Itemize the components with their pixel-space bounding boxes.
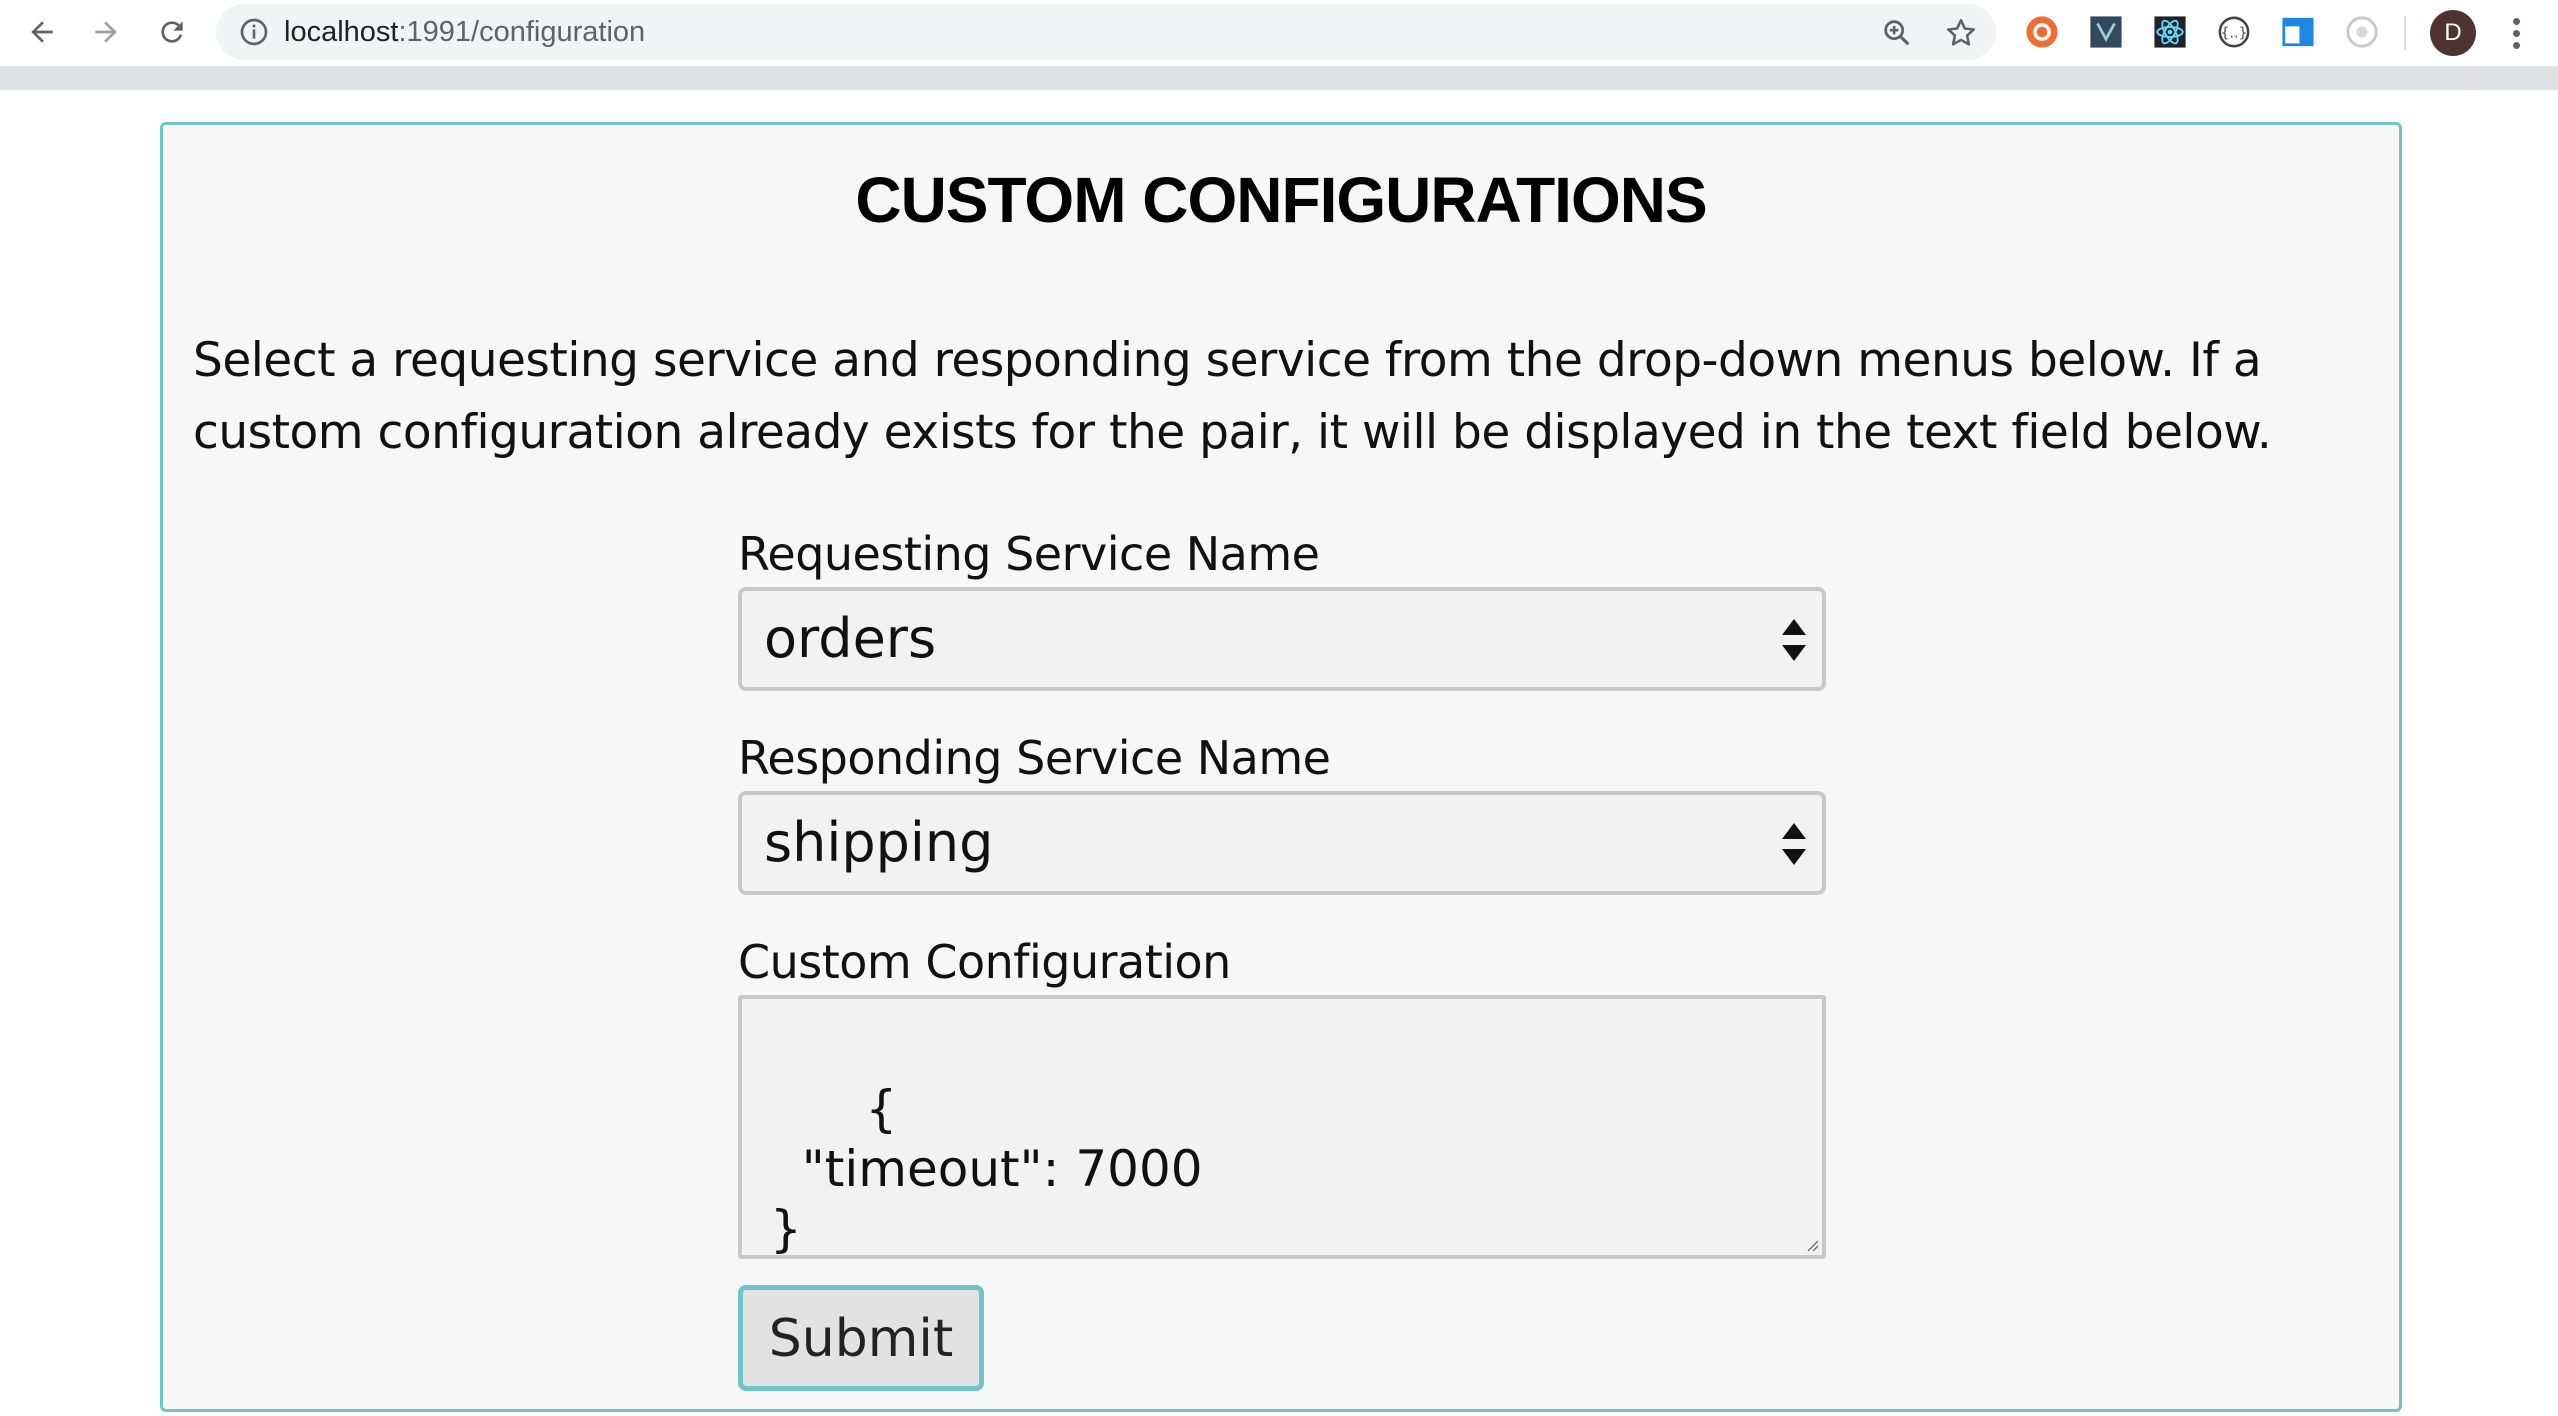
configuration-form: Requesting Service Name orders Respondin… xyxy=(738,521,1828,1391)
url-path: :1991/configuration xyxy=(398,16,646,48)
svg-text:{..}: {..} xyxy=(2220,26,2247,42)
reload-button[interactable] xyxy=(150,10,194,54)
reload-icon xyxy=(161,21,183,43)
resize-grip-icon[interactable] xyxy=(1804,1237,1820,1253)
url-host: localhost xyxy=(284,16,399,48)
extension-json-viewer-icon[interactable]: {..} xyxy=(2216,14,2252,50)
responding-service-label: Responding Service Name xyxy=(738,731,1331,785)
arrow-left-icon xyxy=(31,21,53,43)
extension-grey-target-icon[interactable] xyxy=(2344,14,2380,50)
arrow-right-icon xyxy=(95,21,117,43)
extension-react-devtools-icon[interactable] xyxy=(2152,14,2188,50)
select-arrows-icon xyxy=(1782,619,1806,661)
page-title: CUSTOM CONFIGURATIONS xyxy=(855,164,1707,236)
requesting-service-value: orders xyxy=(764,607,937,670)
star-icon[interactable] xyxy=(1944,16,1978,50)
browser-toolbar: localhost:1991/configuration {..} D xyxy=(0,0,2558,66)
browser-menu-button[interactable] xyxy=(2500,10,2532,56)
intro-text: Select a requesting service and respondi… xyxy=(193,333,2272,460)
custom-configuration-textarea[interactable]: { "timeout": 7000 } xyxy=(738,995,1826,1259)
zoom-icon[interactable] xyxy=(1880,16,1914,50)
requesting-service-label: Requesting Service Name xyxy=(738,527,1320,581)
responding-service-select[interactable]: shipping xyxy=(738,791,1826,895)
submit-button[interactable]: Submit xyxy=(738,1285,984,1391)
bookmark-bar xyxy=(0,66,2558,90)
responding-service-value: shipping xyxy=(764,811,994,874)
requesting-service-select[interactable]: orders xyxy=(738,587,1826,691)
select-arrows-icon xyxy=(1782,823,1806,865)
extension-vue-devtools-icon[interactable] xyxy=(2088,14,2124,50)
profile-avatar[interactable]: D xyxy=(2430,10,2476,56)
configuration-card: CUSTOM CONFIGURATIONS Select a requestin… xyxy=(160,122,2402,1412)
extension-postman-icon[interactable] xyxy=(2024,14,2060,50)
back-button[interactable] xyxy=(20,10,64,54)
info-icon[interactable] xyxy=(238,16,270,48)
custom-configuration-label: Custom Configuration xyxy=(738,935,1231,989)
url-text: localhost:1991/configuration xyxy=(284,4,645,60)
address-bar[interactable]: localhost:1991/configuration xyxy=(216,4,1996,60)
custom-configuration-text: { "timeout": 7000 } xyxy=(770,1080,1203,1258)
toolbar-divider xyxy=(2404,16,2406,50)
extension-window-resizer-icon[interactable] xyxy=(2280,14,2316,50)
forward-button[interactable] xyxy=(84,10,128,54)
